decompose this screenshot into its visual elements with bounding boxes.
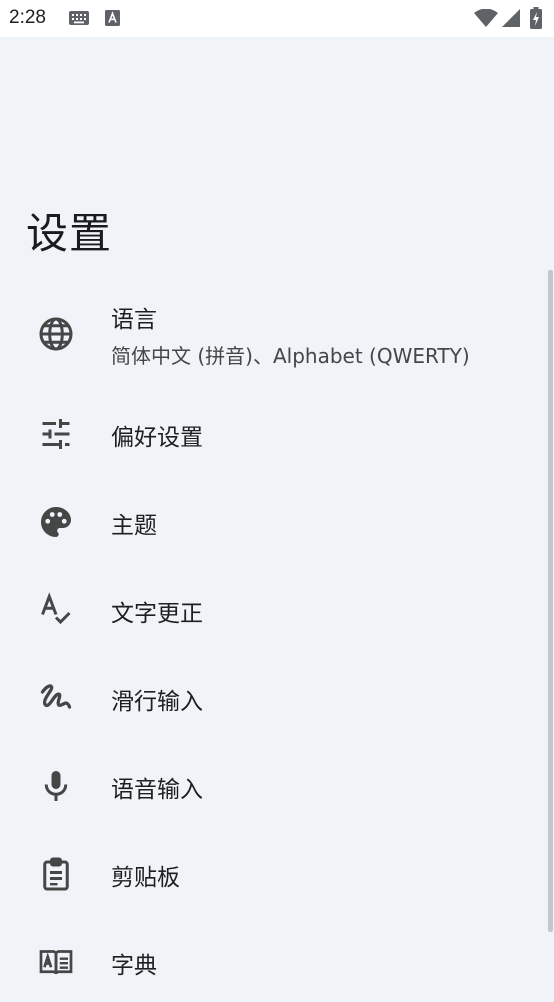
settings-item-dictionary[interactable]: 字典: [0, 922, 548, 1002]
settings-item-glide-typing-text: 滑行输入: [111, 682, 203, 716]
settings-item-title: 剪贴板: [111, 865, 180, 891]
settings-item-title: 主题: [111, 513, 157, 539]
battery-charging-icon: [530, 7, 542, 29]
scrollbar[interactable]: [548, 270, 553, 932]
signal-icon: [502, 9, 520, 27]
settings-item-title: 偏好设置: [111, 425, 203, 451]
gesture-icon: [40, 684, 72, 709]
settings-item-title: 字典: [111, 953, 157, 979]
settings-item-voice-typing-text: 语音输入: [111, 770, 203, 804]
settings-item-dictionary-text: 字典: [111, 946, 157, 980]
settings-item-clipboard[interactable]: 剪贴板: [0, 834, 548, 914]
settings-item-preferences[interactable]: 偏好设置: [0, 394, 548, 474]
settings-item-text-correction[interactable]: 文字更正: [0, 570, 548, 650]
settings-item-theme-text: 主题: [111, 506, 157, 540]
settings-item-title: 语言: [111, 307, 157, 333]
settings-item-language-text: 语言 简体中文 (拼音)、Alphabet (QWERTY): [111, 300, 470, 369]
spellcheck-icon: [41, 592, 71, 625]
dictionary-icon: [39, 950, 73, 975]
settings-item-title: 语音输入: [111, 777, 203, 803]
settings-item-clipboard-text: 剪贴板: [111, 858, 180, 892]
settings-item-theme[interactable]: 主题: [0, 482, 548, 562]
settings-item-preferences-text: 偏好设置: [111, 418, 203, 452]
globe-icon: [39, 317, 73, 351]
keyboard-icon: [69, 11, 89, 25]
status-bar: 2:28: [0, 0, 554, 37]
settings-item-title: 滑行输入: [111, 689, 203, 715]
mic-icon: [44, 771, 68, 801]
wifi-icon: [474, 9, 498, 27]
page-title: 设置: [26, 209, 113, 258]
settings-item-text-correction-text: 文字更正: [111, 594, 203, 628]
font-a-icon: [105, 10, 120, 26]
settings-item-glide-typing[interactable]: 滑行输入: [0, 658, 548, 738]
settings-item-title: 文字更正: [111, 601, 203, 627]
settings-item-language[interactable]: 语言 简体中文 (拼音)、Alphabet (QWERTY): [0, 300, 548, 380]
settings-item-subtitle: 简体中文 (拼音)、Alphabet (QWERTY): [111, 344, 470, 368]
status-time: 2:28: [9, 7, 46, 28]
settings-item-voice-typing[interactable]: 语音输入: [0, 746, 548, 826]
clipboard-icon: [43, 857, 69, 891]
palette-icon: [41, 507, 71, 537]
tune-icon: [42, 419, 70, 449]
